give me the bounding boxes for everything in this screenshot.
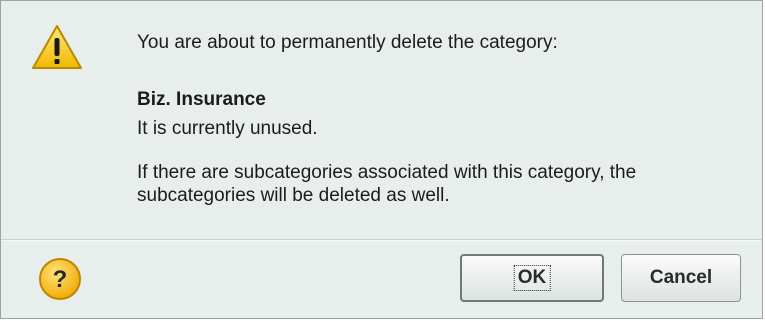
ok-button-label: OK [513, 265, 551, 291]
dialog-message-area: You are about to permanently delete the … [1, 1, 762, 239]
svg-text:?: ? [53, 266, 68, 293]
delete-category-dialog: You are about to permanently delete the … [0, 0, 763, 319]
cancel-button[interactable]: Cancel [621, 254, 741, 302]
usage-status-text: It is currently unused. [137, 118, 318, 139]
ok-button[interactable]: OK [460, 254, 604, 302]
subcategory-warning-text: If there are subcategories associated wi… [137, 162, 637, 206]
dialog-separator [1, 239, 762, 240]
category-name: Biz. Insurance [137, 89, 266, 110]
warning-icon [32, 25, 82, 69]
help-icon[interactable]: ? [37, 256, 83, 302]
message-text: You are about to permanently delete the … [137, 32, 558, 53]
